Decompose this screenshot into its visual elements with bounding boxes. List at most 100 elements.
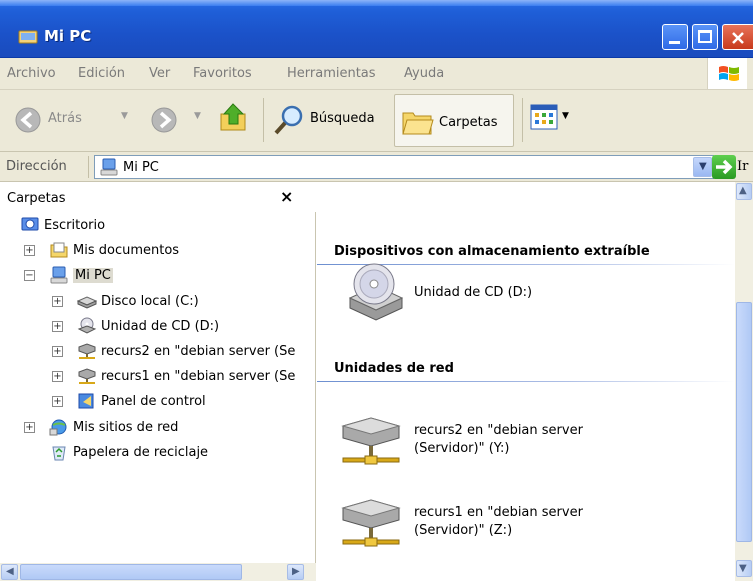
views-icon [530,104,558,130]
folder-tree: Escritorio + Mis documentos − Mi PC + Disco lo… [0,212,316,562]
item-network-drive-recurs2[interactable]: recurs2 en "debian server (Servidor)" (Y… [339,416,639,476]
my-computer-icon [100,158,118,176]
search-label: Búsqueda [310,111,375,126]
back-label: Atrás [48,111,82,126]
hard-disk-icon [77,296,97,309]
expand-toggle[interactable]: + [24,421,35,433]
tree-item-label: recurs1 en "debian server (Se [101,369,296,385]
menu-ayuda[interactable]: Ayuda [404,66,444,81]
title-bar-top-strip [0,0,753,6]
menu-archivo[interactable]: Archivo [7,66,56,81]
content-area: Dispositivos con almacenamiento extraíbl… [317,182,735,581]
expand-toggle[interactable]: + [52,371,63,383]
tree-item-4[interactable]: + Unidad de CD (D:) [0,316,316,338]
title-bar: Mi PC [0,0,753,58]
network-drive-large-icon [341,499,401,547]
desktop-icon [21,217,39,231]
cd-drive-large-icon [348,263,404,321]
back-dropdown-icon[interactable]: ▼ [121,111,128,121]
folders-icon [402,112,434,135]
item-recurs2-line2: (Servidor)" (Y:) [414,441,510,456]
go-arrow-icon [716,159,733,175]
up-folder-icon [220,103,246,131]
expand-toggle[interactable]: + [52,320,63,332]
toolbar-separator-2 [522,98,523,142]
scroll-down-button[interactable]: ▼ [736,560,752,577]
folder-pane-close-button[interactable]: × [280,187,293,206]
toolbar-separator [263,98,264,142]
menu-favoritos[interactable]: Favoritos [193,66,252,81]
menu-ver[interactable]: Ver [149,66,170,81]
minimize-icon [669,41,680,44]
tree-item-8[interactable]: + Mis sitios de red [0,417,316,439]
vertical-scroll-thumb[interactable] [736,302,752,542]
group-header-network-drives: Unidades de red [334,361,454,376]
item-recurs2-line1: recurs2 en "debian server [414,423,583,438]
tree-item-3[interactable]: + Disco local (C:) [0,291,316,313]
back-button[interactable]: Atrás ▼ [14,102,146,136]
go-label[interactable]: Ir [737,159,748,174]
expand-toggle[interactable]: + [52,295,63,307]
window-title: Mi PC [44,27,92,45]
tree-item-2[interactable]: − Mi PC [0,265,316,287]
menu-herramientas[interactable]: Herramientas [287,66,376,81]
item-cd-drive[interactable]: Unidad de CD (D:) [344,260,644,330]
network-drive-icon [78,368,96,385]
maximize-button[interactable] [692,24,718,50]
views-button[interactable]: ▼ [530,104,580,134]
horizontal-scroll-thumb[interactable] [20,564,242,580]
tree-item-1[interactable]: + Mis documentos [0,240,316,262]
address-dropdown-button[interactable]: ▼ [693,157,712,177]
expand-toggle[interactable]: + [24,245,35,257]
chevron-left-icon: ◀ [6,566,14,577]
item-recurs1-line1: recurs1 en "debian server [414,505,583,520]
back-arrow-icon [15,107,41,133]
forward-button[interactable]: ▼ [150,102,210,136]
tree-item-label: Mis documentos [73,243,180,259]
collapse-toggle[interactable]: − [24,270,35,282]
search-button[interactable]: Búsqueda [270,100,388,138]
my-computer-icon [50,266,68,284]
folders-button[interactable]: Carpetas [394,94,514,147]
tree-item-6[interactable]: + recurs1 en "debian server (Se [0,366,316,388]
toolbar: Atrás ▼ ▼ Búsqueda Carpetas ▼ [0,90,753,152]
recycle-bin-icon [52,446,66,461]
address-label: Dirección [6,159,67,174]
address-bar: Dirección Mi PC ▼ Ir [0,152,753,182]
tree-item-label: recurs2 en "debian server (Se [101,344,296,359]
tree-item-label: Panel de control [101,394,206,410]
scroll-left-button[interactable]: ◀ [1,564,18,580]
scroll-right-button[interactable]: ▶ [287,564,304,580]
up-folder-button[interactable] [217,100,255,138]
item-recurs1-line2: (Servidor)" (Z:) [414,523,513,538]
folder-pane: Carpetas × Escritorio + Mis documentos − Mi … [0,182,316,581]
tree-item-label: Unidad de CD (D:) [101,318,220,334]
tree-item-9[interactable]: Papelera de reciclaje [0,442,316,464]
address-value: Mi PC [123,160,159,175]
folder-pane-header: Carpetas × [0,182,316,212]
close-button[interactable] [722,24,753,50]
item-network-drive-recurs1[interactable]: recurs1 en "debian server (Servidor)" (Z… [339,498,639,558]
windows-logo [707,58,747,89]
menu-edicion[interactable]: Edición [78,66,125,81]
folder-pane-title: Carpetas [7,191,66,206]
vertical-scrollbar[interactable]: ▲ ▼ [735,182,753,581]
cd-drive-icon [77,317,97,334]
scroll-up-button[interactable]: ▲ [736,183,752,200]
tree-item-0[interactable]: Escritorio [0,215,316,237]
horizontal-scrollbar[interactable]: ◀ ▶ [0,563,316,581]
address-field[interactable]: Mi PC ▼ [94,155,714,179]
windows-flag-icon [719,66,739,81]
tree-item-5[interactable]: + recurs2 en "debian server (Se [0,341,316,363]
tree-item-7[interactable]: + Panel de control [0,391,316,413]
go-button[interactable] [712,155,736,179]
chevron-down-icon: ▼ [739,563,747,574]
tree-item-label: Mis sitios de red [73,419,179,435]
expand-toggle[interactable]: + [52,396,63,408]
menu-bar: Archivo Edición Ver Favoritos Herramient… [0,58,753,90]
expand-toggle[interactable]: + [52,346,63,357]
chevron-up-icon: ▲ [739,185,747,196]
minimize-button[interactable] [662,24,688,50]
forward-dropdown-icon[interactable]: ▼ [194,111,201,121]
tree-item-label: Papelera de reciclaje [73,444,209,460]
